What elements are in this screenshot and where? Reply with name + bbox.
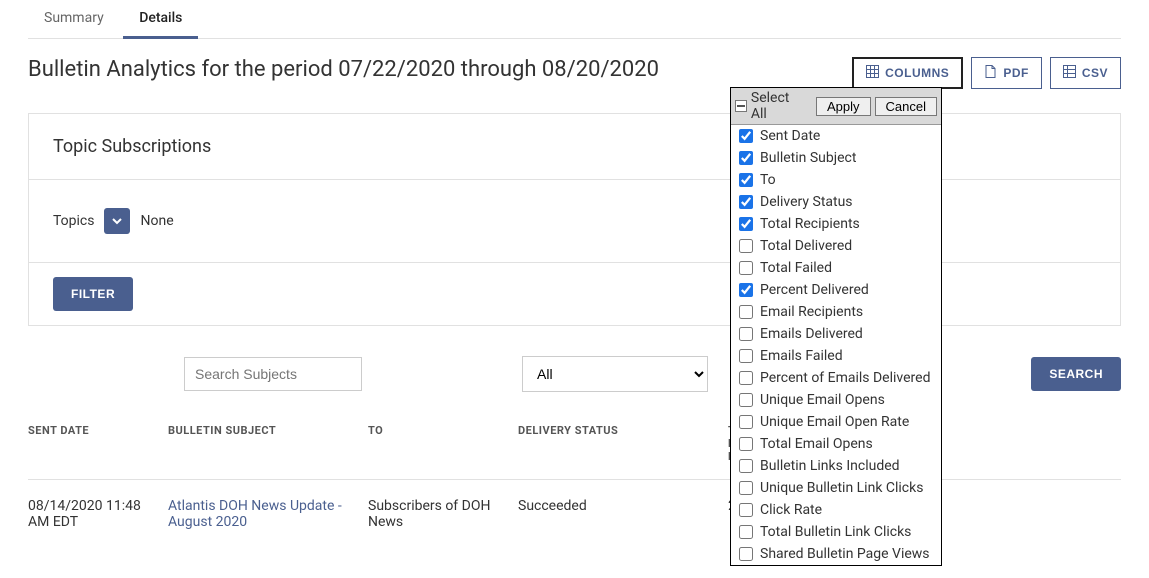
- column-checkbox[interactable]: [739, 129, 753, 143]
- column-checkbox[interactable]: [739, 437, 753, 451]
- select-all-checkbox[interactable]: [735, 100, 747, 112]
- column-option[interactable]: Emails Delivered: [731, 323, 941, 345]
- delivery-status-select[interactable]: All: [522, 356, 708, 392]
- column-option[interactable]: Email Recipients: [731, 301, 941, 323]
- csv-button[interactable]: CSV: [1050, 57, 1121, 89]
- column-option-label: Total Delivered: [760, 238, 852, 254]
- cell-to: Subscribers of DOH News: [368, 480, 518, 543]
- column-checkbox[interactable]: [739, 173, 753, 187]
- columns-button[interactable]: COLUMNS: [852, 57, 963, 89]
- column-checkbox[interactable]: [739, 459, 753, 473]
- columns-button-label: COLUMNS: [885, 66, 949, 80]
- column-option[interactable]: Total Recipients: [731, 213, 941, 235]
- column-option-label: Unique Email Opens: [760, 392, 885, 408]
- column-option[interactable]: Total Delivered: [731, 235, 941, 257]
- column-checkbox[interactable]: [739, 239, 753, 253]
- col-sent[interactable]: SENT DATE: [28, 412, 168, 480]
- topics-label: Topics: [53, 213, 94, 229]
- column-option[interactable]: Unique Email Open Rate: [731, 411, 941, 433]
- column-option-label: Total Bulletin Link Clicks: [760, 524, 911, 540]
- column-option[interactable]: Shared Bulletin Page Views: [731, 543, 941, 565]
- search-button[interactable]: SEARCH: [1031, 357, 1121, 391]
- column-checkbox[interactable]: [739, 327, 753, 341]
- column-option[interactable]: To: [731, 169, 941, 191]
- column-checkbox[interactable]: [739, 261, 753, 275]
- file-icon: [984, 65, 997, 81]
- cell-subject[interactable]: Atlantis DOH News Update - August 2020: [168, 480, 368, 543]
- table-icon: [1063, 65, 1076, 81]
- column-option-label: Emails Delivered: [760, 326, 863, 342]
- panel-header: Topic Subscriptions: [29, 114, 1120, 180]
- column-checkbox[interactable]: [739, 393, 753, 407]
- column-checkbox[interactable]: [739, 547, 753, 561]
- column-option-label: Unique Email Open Rate: [760, 414, 909, 430]
- column-checkbox[interactable]: [739, 503, 753, 517]
- topics-expand[interactable]: [104, 208, 130, 234]
- col-subject[interactable]: BULLETIN SUBJECT: [168, 412, 368, 480]
- column-option-label: Emails Failed: [760, 348, 843, 364]
- column-checkbox[interactable]: [739, 283, 753, 297]
- page-title: Bulletin Analytics for the period 07/22/…: [28, 57, 659, 82]
- column-option[interactable]: Percent of Emails Delivered: [731, 367, 941, 389]
- tab-summary[interactable]: Summary: [28, 0, 120, 36]
- columns-dropdown: Select All Apply Cancel Sent Date Bulleti…: [730, 87, 942, 566]
- column-option-label: Delivery Status: [760, 194, 853, 210]
- grid-icon: [866, 65, 879, 81]
- chevron-down-icon: [110, 214, 124, 228]
- column-option-label: Total Recipients: [760, 216, 860, 232]
- column-option[interactable]: Unique Email Opens: [731, 389, 941, 411]
- column-option[interactable]: Click Rate: [731, 499, 941, 521]
- column-option-label: Shared Bulletin Page Views: [760, 546, 930, 562]
- column-option-label: Unique Bulletin Link Clicks: [760, 480, 923, 496]
- column-option-label: Email Recipients: [760, 304, 863, 320]
- pdf-button-label: PDF: [1003, 66, 1029, 80]
- column-checkbox[interactable]: [739, 371, 753, 385]
- column-checkbox[interactable]: [739, 525, 753, 539]
- col-status[interactable]: DELIVERY STATUS: [518, 412, 728, 480]
- column-option-label: Percent Delivered: [760, 282, 869, 298]
- column-checkbox[interactable]: [739, 151, 753, 165]
- tab-details[interactable]: Details: [123, 0, 198, 39]
- column-checkbox[interactable]: [739, 195, 753, 209]
- column-option[interactable]: Bulletin Links Included: [731, 455, 941, 477]
- column-option-label: Percent of Emails Delivered: [760, 370, 930, 386]
- apply-button[interactable]: Apply: [816, 97, 871, 116]
- column-option-label: To: [760, 172, 776, 188]
- topics-value: None: [140, 213, 173, 229]
- column-option-label: Bulletin Links Included: [760, 458, 900, 474]
- table-row: 08/14/2020 11:48 AM EDT Atlantis DOH New…: [28, 480, 1121, 543]
- topic-subscriptions-panel: Topic Subscriptions Topics None FILTER: [28, 113, 1121, 326]
- search-subjects-input[interactable]: [184, 357, 362, 391]
- csv-button-label: CSV: [1082, 66, 1108, 80]
- column-option[interactable]: Bulletin Subject: [731, 147, 941, 169]
- column-option-label: Click Rate: [760, 502, 822, 518]
- column-checkbox[interactable]: [739, 305, 753, 319]
- column-option[interactable]: Total Bulletin Link Clicks: [731, 521, 941, 543]
- column-option[interactable]: Total Email Opens: [731, 433, 941, 455]
- column-option[interactable]: Percent Delivered: [731, 279, 941, 301]
- cell-status: Succeeded: [518, 480, 728, 543]
- column-option-label: Bulletin Subject: [760, 150, 856, 166]
- cell-sent: 08/14/2020 11:48 AM EDT: [28, 480, 168, 543]
- column-checkbox[interactable]: [739, 349, 753, 363]
- column-option-label: Total Email Opens: [760, 436, 873, 452]
- results-table: SENT DATE BULLETIN SUBJECT TO DELIVERY S…: [28, 412, 1121, 542]
- column-checkbox[interactable]: [739, 415, 753, 429]
- column-checkbox[interactable]: [739, 481, 753, 495]
- column-option-label: Total Failed: [760, 260, 832, 276]
- column-option[interactable]: Unique Bulletin Link Clicks: [731, 477, 941, 499]
- column-option[interactable]: Total Failed: [731, 257, 941, 279]
- column-option-label: Sent Date: [760, 128, 820, 144]
- column-checkbox[interactable]: [739, 217, 753, 231]
- cancel-button[interactable]: Cancel: [875, 97, 937, 116]
- filter-button[interactable]: FILTER: [53, 277, 133, 311]
- pdf-button[interactable]: PDF: [971, 57, 1042, 89]
- column-option[interactable]: Sent Date: [731, 125, 941, 147]
- select-all-label: Select All: [751, 90, 808, 122]
- col-to[interactable]: TO: [368, 412, 518, 480]
- column-option[interactable]: Emails Failed: [731, 345, 941, 367]
- column-option[interactable]: Delivery Status: [731, 191, 941, 213]
